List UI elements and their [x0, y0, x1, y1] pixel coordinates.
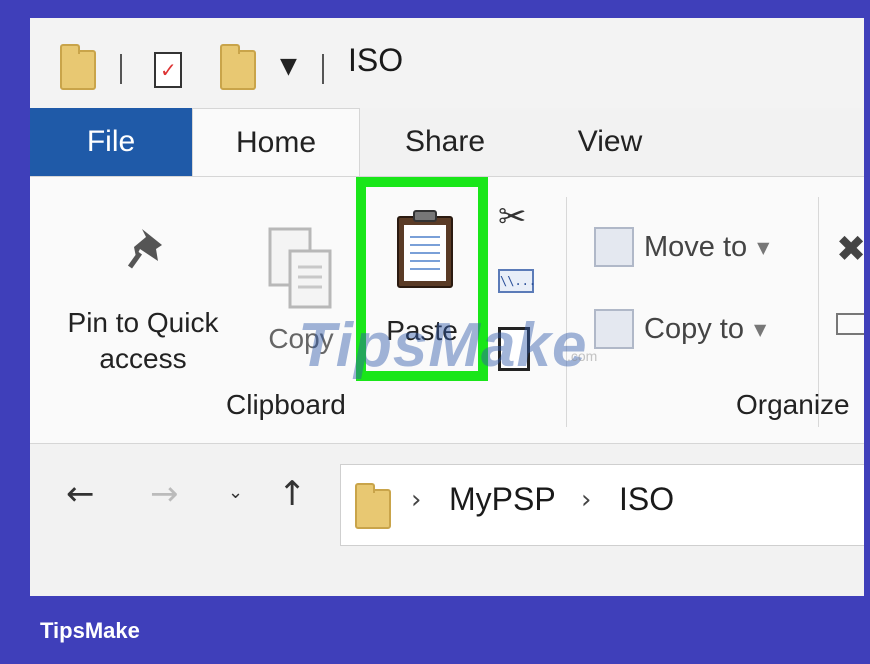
- paste-shortcut-icon[interactable]: [498, 327, 530, 371]
- properties-icon[interactable]: [154, 52, 182, 88]
- chevron-down-icon: ▼: [757, 237, 770, 257]
- tab-file[interactable]: File: [30, 108, 192, 176]
- copy-to-icon: [594, 309, 634, 349]
- tab-home[interactable]: Home: [192, 108, 360, 176]
- pin-icon: [128, 229, 162, 269]
- rename-icon[interactable]: [836, 313, 864, 335]
- paste-button[interactable]: Paste: [356, 177, 488, 381]
- move-to-button[interactable]: Move to ▼: [594, 223, 769, 271]
- navigation-bar: ← → ⌄ ↑ › MyPSP › ISO: [30, 444, 864, 596]
- folder-icon: [355, 483, 391, 529]
- copy-to-button[interactable]: Copy to ▼: [594, 305, 766, 353]
- delete-icon[interactable]: ✖: [836, 229, 864, 270]
- chevron-down-icon: ▼: [753, 319, 767, 339]
- folder-icon[interactable]: [60, 44, 96, 90]
- breadcrumb-mypsp[interactable]: MyPSP: [449, 481, 556, 518]
- group-separator: [566, 197, 567, 427]
- window-title: ISO: [348, 42, 404, 78]
- tab-share[interactable]: Share: [380, 108, 510, 176]
- title-bar: ▼ ISO: [30, 18, 864, 108]
- clipboard-group-label: Clipboard: [226, 389, 346, 420]
- toolbar-separator: [322, 54, 324, 84]
- toolbar-separator: [120, 54, 122, 84]
- copy-to-label: Copy to: [644, 312, 744, 345]
- move-to-label: Move to: [644, 230, 748, 263]
- new-folder-icon[interactable]: [220, 44, 256, 90]
- explorer-window: ▼ ISO File Home Share View Pin to Quick …: [30, 18, 864, 596]
- ribbon-home: Pin to Quick access Copy Paste ✂ \\... C…: [30, 176, 864, 444]
- breadcrumb-separator: ›: [411, 485, 422, 515]
- scissors-icon[interactable]: ✂: [498, 197, 527, 237]
- organize-group-label: Organize: [736, 389, 850, 420]
- copy-button[interactable]: Copy: [258, 207, 344, 367]
- up-arrow-icon[interactable]: ↑: [278, 474, 307, 514]
- clipboard-small-actions: ✂ \\...: [496, 197, 540, 377]
- pin-label-line2: access: [99, 343, 187, 374]
- recent-locations-chevron-icon[interactable]: ⌄: [228, 482, 243, 503]
- move-to-icon: [594, 227, 634, 267]
- paste-icon: [397, 210, 453, 288]
- tab-view[interactable]: View: [550, 108, 670, 176]
- customize-toolbar-icon[interactable]: ▼: [280, 54, 297, 79]
- copy-path-icon[interactable]: \\...: [498, 269, 536, 293]
- copy-icon: [268, 227, 332, 309]
- paste-label: Paste: [386, 315, 458, 346]
- address-bar[interactable]: › MyPSP › ISO: [340, 464, 864, 546]
- copy-label: Copy: [268, 323, 334, 354]
- watermark-suffix: .com: [567, 348, 598, 364]
- breadcrumb-separator: ›: [581, 485, 592, 515]
- forward-arrow-icon[interactable]: →: [150, 474, 179, 514]
- footer-brand: TipsMake: [40, 618, 140, 643]
- pin-to-quick-access-button[interactable]: Pin to Quick access: [44, 207, 242, 387]
- pin-label-line1: Pin to Quick: [67, 307, 219, 338]
- ribbon-tabs: File Home Share View: [30, 108, 864, 176]
- breadcrumb-iso[interactable]: ISO: [619, 481, 674, 518]
- back-arrow-icon[interactable]: ←: [66, 474, 95, 514]
